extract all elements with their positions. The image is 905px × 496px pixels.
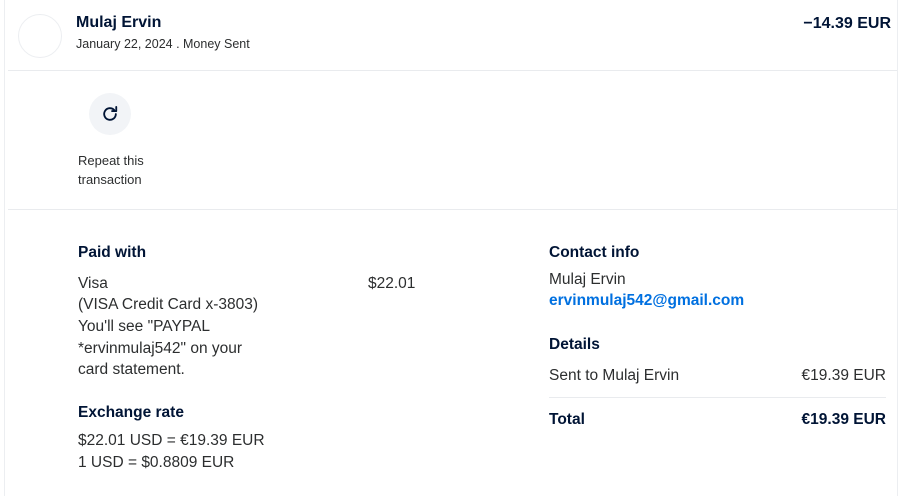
statement-note-line-3: card statement. [78, 361, 185, 378]
total-label: Total [549, 411, 585, 428]
statement-note-line-1: You'll see "PAYPAL [78, 318, 210, 335]
transaction-amount: −14.39 EUR [803, 15, 891, 32]
header-divider [8, 70, 897, 71]
contact-info-heading: Contact info [549, 244, 640, 261]
details-row-label: Sent to Mulaj Ervin [549, 367, 680, 384]
details-divider [549, 397, 886, 398]
details-heading: Details [549, 336, 600, 353]
repeat-transaction-button[interactable] [89, 93, 131, 135]
avatar [18, 14, 62, 58]
statement-note-line-2: *ervinmulaj542" on your [78, 340, 243, 357]
repeat-icon [103, 106, 118, 121]
exchange-rate-heading: Exchange rate [78, 404, 184, 421]
exchange-rate-line-2: 1 USD = $0.8809 EUR [78, 454, 235, 471]
contact-name: Mulaj Ervin [549, 271, 626, 288]
payment-card: (VISA Credit Card x-3803) [78, 296, 259, 313]
recipient-name: Mulaj Ervin [76, 14, 162, 31]
details-row-value: €19.39 EUR [801, 367, 886, 384]
contact-email-link[interactable]: ervinmulaj542@gmail.com [549, 292, 744, 310]
payment-method: Visa [78, 275, 108, 292]
total-value: €19.39 EUR [801, 411, 886, 428]
paid-amount: $22.01 [368, 275, 416, 292]
transaction-date-type: January 22, 2024 . Money Sent [76, 37, 250, 51]
paid-with-heading: Paid with [78, 244, 147, 261]
actions-divider [8, 209, 897, 210]
exchange-rate-line-1: $22.01 USD = €19.39 EUR [78, 432, 265, 449]
transaction-header: Mulaj Ervin January 22, 2024 . Money Sen… [0, 0, 905, 71]
repeat-transaction-label[interactable]: Repeat this transaction [78, 151, 168, 189]
